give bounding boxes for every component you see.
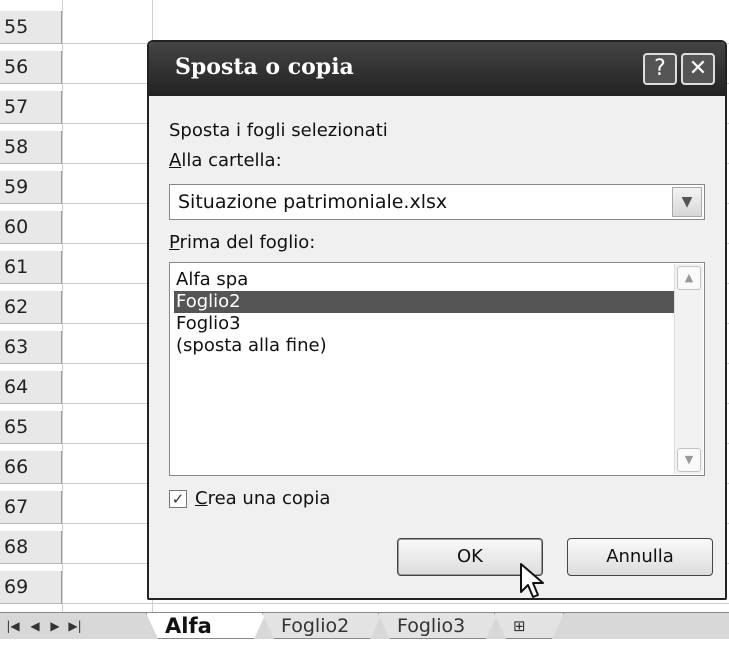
tab-alfa-spa[interactable]: Alfa spa bbox=[146, 613, 266, 639]
row-number[interactable]: 55 bbox=[0, 11, 62, 44]
copy-accesskey: C bbox=[195, 488, 208, 509]
prev-sheet-icon[interactable]: ◀ bbox=[26, 615, 44, 637]
before-sheet-list[interactable]: Alfa spa Foglio2 Foglio3 (sposta alla fi… bbox=[169, 262, 705, 476]
intro-text: Sposta i fogli selezionati bbox=[169, 120, 388, 141]
chevron-down-icon[interactable]: ▼ bbox=[672, 187, 702, 217]
dialog-title: Sposta o copia bbox=[175, 54, 354, 80]
row-number[interactable]: 66 bbox=[0, 451, 62, 484]
to-book-select[interactable]: Situazione patrimoniale.xlsx ▼ bbox=[169, 184, 705, 220]
last-sheet-icon[interactable]: ▶| bbox=[66, 615, 84, 637]
before-sheet-accesskey: P bbox=[169, 232, 180, 253]
copy-checkbox[interactable]: ✓ bbox=[169, 490, 187, 508]
row-number[interactable]: 60 bbox=[0, 211, 62, 244]
row-number[interactable]: 59 bbox=[0, 171, 62, 204]
sheet-tab-bar: |◀ ◀ ▶ ▶| Alfa spa Foglio2 Foglio3 ⊞ bbox=[0, 612, 729, 639]
row-number[interactable]: 61 bbox=[0, 251, 62, 284]
next-sheet-icon[interactable]: ▶ bbox=[46, 615, 64, 637]
list-item-selected[interactable]: Foglio2 bbox=[174, 291, 678, 313]
first-sheet-icon[interactable]: |◀ bbox=[4, 615, 22, 637]
copy-checkbox-label[interactable]: Crea una copia bbox=[195, 488, 330, 509]
help-icon[interactable]: ? bbox=[643, 53, 677, 85]
insert-sheet-icon[interactable]: ⊞ bbox=[494, 613, 564, 639]
to-book-value: Situazione patrimoniale.xlsx bbox=[178, 191, 448, 213]
to-book-label-text: lla cartella: bbox=[181, 150, 282, 171]
list-item[interactable]: Alfa spa bbox=[174, 269, 678, 291]
scroll-up-icon[interactable]: ▲ bbox=[677, 266, 701, 290]
copy-label-text: rea una copia bbox=[207, 488, 331, 509]
row-number[interactable]: 57 bbox=[0, 91, 62, 124]
row-number[interactable]: 56 bbox=[0, 51, 62, 84]
row-number[interactable]: 64 bbox=[0, 371, 62, 404]
list-item[interactable]: (sposta alla fine) bbox=[174, 335, 678, 357]
list-item[interactable]: Foglio3 bbox=[174, 313, 678, 335]
scroll-down-icon[interactable]: ▼ bbox=[677, 448, 701, 472]
to-book-label: Alla cartella: bbox=[169, 150, 282, 171]
dialog-title-bar[interactable]: Sposta o copia ? ✕ bbox=[149, 42, 725, 96]
row-number[interactable]: 62 bbox=[0, 291, 62, 324]
row-number[interactable]: 63 bbox=[0, 331, 62, 364]
row-number[interactable]: 69 bbox=[0, 571, 62, 604]
row-number[interactable]: 58 bbox=[0, 131, 62, 164]
mouse-pointer-icon bbox=[520, 563, 544, 598]
row-number[interactable]: 68 bbox=[0, 531, 62, 564]
row-number[interactable]: 65 bbox=[0, 411, 62, 444]
close-icon[interactable]: ✕ bbox=[681, 53, 715, 85]
tab-foglio2[interactable]: Foglio2 bbox=[262, 613, 382, 639]
row-number[interactable]: 67 bbox=[0, 491, 62, 524]
to-book-accesskey: A bbox=[169, 150, 182, 171]
cancel-button[interactable]: Annulla bbox=[567, 538, 713, 576]
move-copy-dialog: Sposta o copia ? ✕ Sposta i fogli selezi… bbox=[147, 40, 727, 600]
tab-foglio3[interactable]: Foglio3 bbox=[378, 613, 498, 639]
before-sheet-label: Prima del foglio: bbox=[169, 232, 315, 253]
list-scrollbar[interactable]: ▲ ▼ bbox=[674, 264, 703, 474]
before-sheet-label-text: rima del foglio: bbox=[179, 232, 316, 253]
